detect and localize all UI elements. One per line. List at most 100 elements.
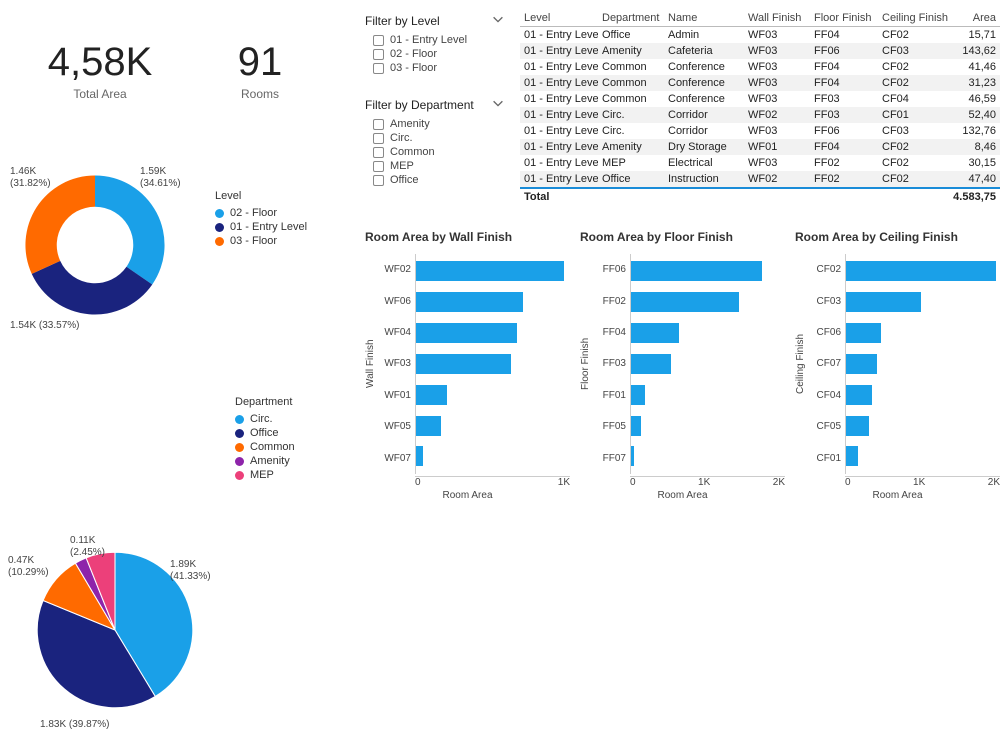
- filter-option[interactable]: Circ.: [365, 131, 505, 145]
- bar[interactable]: [631, 354, 671, 374]
- bar-category-label: WF05: [379, 421, 411, 432]
- table-cell: Common: [598, 75, 664, 91]
- pie-department[interactable]: 0.47K(10.29%) 0.11K(2.45%) 1.89K(41.33%)…: [10, 535, 220, 735]
- rooms-table[interactable]: LevelDepartmentNameWall FinishFloor Fini…: [520, 10, 1000, 205]
- filter-option[interactable]: 01 - Entry Level: [365, 33, 505, 47]
- legend-item[interactable]: Circ.: [235, 412, 345, 426]
- bar[interactable]: [416, 261, 564, 281]
- legend-item[interactable]: MEP: [235, 468, 345, 482]
- table-header: LevelDepartmentNameWall FinishFloor Fini…: [520, 10, 1000, 27]
- table-row[interactable]: 01 - Entry LevelCirc.CorridorWF02FF03CF0…: [520, 107, 1000, 123]
- table-cell: FF02: [810, 171, 878, 187]
- table-cell: Office: [598, 27, 664, 43]
- legend-item[interactable]: 01 - Entry Level: [215, 220, 325, 234]
- bar[interactable]: [846, 385, 872, 405]
- bar[interactable]: [846, 323, 881, 343]
- table-row[interactable]: 01 - Entry LevelOfficeInstructionWF02FF0…: [520, 171, 1000, 187]
- filter-option[interactable]: Office: [365, 173, 505, 187]
- filter-option[interactable]: Common: [365, 145, 505, 159]
- table-cell: WF03: [744, 43, 810, 59]
- table-header-cell[interactable]: Wall Finish: [744, 10, 810, 26]
- filter-option-label: 02 - Floor: [390, 48, 437, 60]
- bar-category-label: WF03: [379, 358, 411, 369]
- checkbox-icon[interactable]: [373, 119, 384, 130]
- table-row[interactable]: 01 - Entry LevelOfficeAdminWF03FF04CF021…: [520, 27, 1000, 43]
- pie-slice[interactable]: [95, 175, 165, 284]
- checkbox-icon[interactable]: [373, 175, 384, 186]
- bar[interactable]: [846, 354, 877, 374]
- pie-slice[interactable]: [25, 175, 95, 273]
- table-cell: FF04: [810, 75, 878, 91]
- bar[interactable]: [846, 292, 921, 312]
- bar[interactable]: [631, 416, 641, 436]
- donut-level[interactable]: 1.46K(31.82%) 1.59K(34.61%) 1.54K (33.57…: [10, 160, 210, 340]
- bar[interactable]: [416, 354, 511, 374]
- bar[interactable]: [846, 416, 869, 436]
- table-cell: 31,23: [956, 75, 1000, 91]
- table-row[interactable]: 01 - Entry LevelCommonConferenceWF03FF03…: [520, 91, 1000, 107]
- table-row[interactable]: 01 - Entry LevelCirc.CorridorWF03FF06CF0…: [520, 123, 1000, 139]
- kpi-total-area-value: 4,58K: [20, 40, 180, 85]
- bar[interactable]: [631, 261, 762, 281]
- legend-item[interactable]: Amenity: [235, 454, 345, 468]
- checkbox-icon[interactable]: [373, 63, 384, 74]
- filter-option[interactable]: MEP: [365, 159, 505, 173]
- checkbox-icon[interactable]: [373, 161, 384, 172]
- table-row[interactable]: 01 - Entry LevelCommonConferenceWF03FF04…: [520, 75, 1000, 91]
- filter-option[interactable]: 03 - Floor: [365, 61, 505, 75]
- legend-item[interactable]: 02 - Floor: [215, 206, 325, 220]
- filter-option[interactable]: 02 - Floor: [365, 47, 505, 61]
- table-header-cell[interactable]: Name: [664, 10, 744, 26]
- bar[interactable]: [416, 323, 517, 343]
- bar[interactable]: [631, 292, 739, 312]
- bar-chart-ceiling[interactable]: Room Area by Ceiling FinishCeiling Finis…: [795, 230, 1000, 501]
- axis-tick: 2K: [773, 477, 785, 488]
- pie-dept-label-amenity: 0.11K(2.45%): [70, 535, 105, 558]
- bar[interactable]: [416, 416, 441, 436]
- bar-chart-floor[interactable]: Room Area by Floor FinishFloor FinishFF0…: [580, 230, 785, 501]
- bar[interactable]: [416, 385, 447, 405]
- kpi-rooms-label: Rooms: [200, 87, 320, 101]
- bar[interactable]: [846, 261, 996, 281]
- table-header-cell[interactable]: Department: [598, 10, 664, 26]
- bar[interactable]: [416, 446, 423, 466]
- bar[interactable]: [416, 292, 523, 312]
- bar-category-label: FF05: [594, 421, 626, 432]
- table-row[interactable]: 01 - Entry LevelAmenityDry StorageWF01FF…: [520, 139, 1000, 155]
- bar[interactable]: [631, 323, 679, 343]
- axis-tick: 1K: [913, 477, 925, 488]
- table-cell: CF02: [878, 59, 956, 75]
- table-header-cell[interactable]: Floor Finish: [810, 10, 878, 26]
- table-header-cell[interactable]: Level: [520, 10, 598, 26]
- legend-item[interactable]: Office: [235, 426, 345, 440]
- table-cell: WF03: [744, 123, 810, 139]
- filter-department-title[interactable]: Filter by Department: [365, 96, 505, 113]
- table-row[interactable]: 01 - Entry LevelCommonConferenceWF03FF04…: [520, 59, 1000, 75]
- table-header-cell[interactable]: Ceiling Finish: [878, 10, 956, 26]
- table-cell: Office: [598, 171, 664, 187]
- table-row[interactable]: 01 - Entry LevelAmenityCafeteriaWF03FF06…: [520, 43, 1000, 59]
- chevron-down-icon: [491, 96, 505, 113]
- bar-category-label: CF01: [809, 453, 841, 464]
- bar-chart-title: Room Area by Wall Finish: [365, 230, 570, 244]
- table-row[interactable]: 01 - Entry LevelMEPElectricalWF03FF02CF0…: [520, 155, 1000, 171]
- legend-item[interactable]: 03 - Floor: [215, 234, 325, 248]
- filter-level-title[interactable]: Filter by Level: [365, 12, 505, 29]
- filter-option[interactable]: Amenity: [365, 117, 505, 131]
- table-cell: CF02: [878, 75, 956, 91]
- checkbox-icon[interactable]: [373, 133, 384, 144]
- table-cell: CF02: [878, 171, 956, 187]
- legend-item[interactable]: Common: [235, 440, 345, 454]
- legend-label: 01 - Entry Level: [230, 221, 307, 233]
- checkbox-icon[interactable]: [373, 35, 384, 46]
- bar[interactable]: [846, 446, 858, 466]
- filter-level[interactable]: Filter by Level 01 - Entry Level02 - Flo…: [365, 12, 505, 75]
- filter-department[interactable]: Filter by Department AmenityCirc.CommonM…: [365, 96, 505, 187]
- table-cell: WF03: [744, 75, 810, 91]
- bar-chart-wall[interactable]: Room Area by Wall FinishWall FinishWF02W…: [365, 230, 570, 501]
- table-header-cell[interactable]: Area: [956, 10, 1000, 26]
- checkbox-icon[interactable]: [373, 49, 384, 60]
- checkbox-icon[interactable]: [373, 147, 384, 158]
- bar[interactable]: [631, 446, 634, 466]
- bar[interactable]: [631, 385, 645, 405]
